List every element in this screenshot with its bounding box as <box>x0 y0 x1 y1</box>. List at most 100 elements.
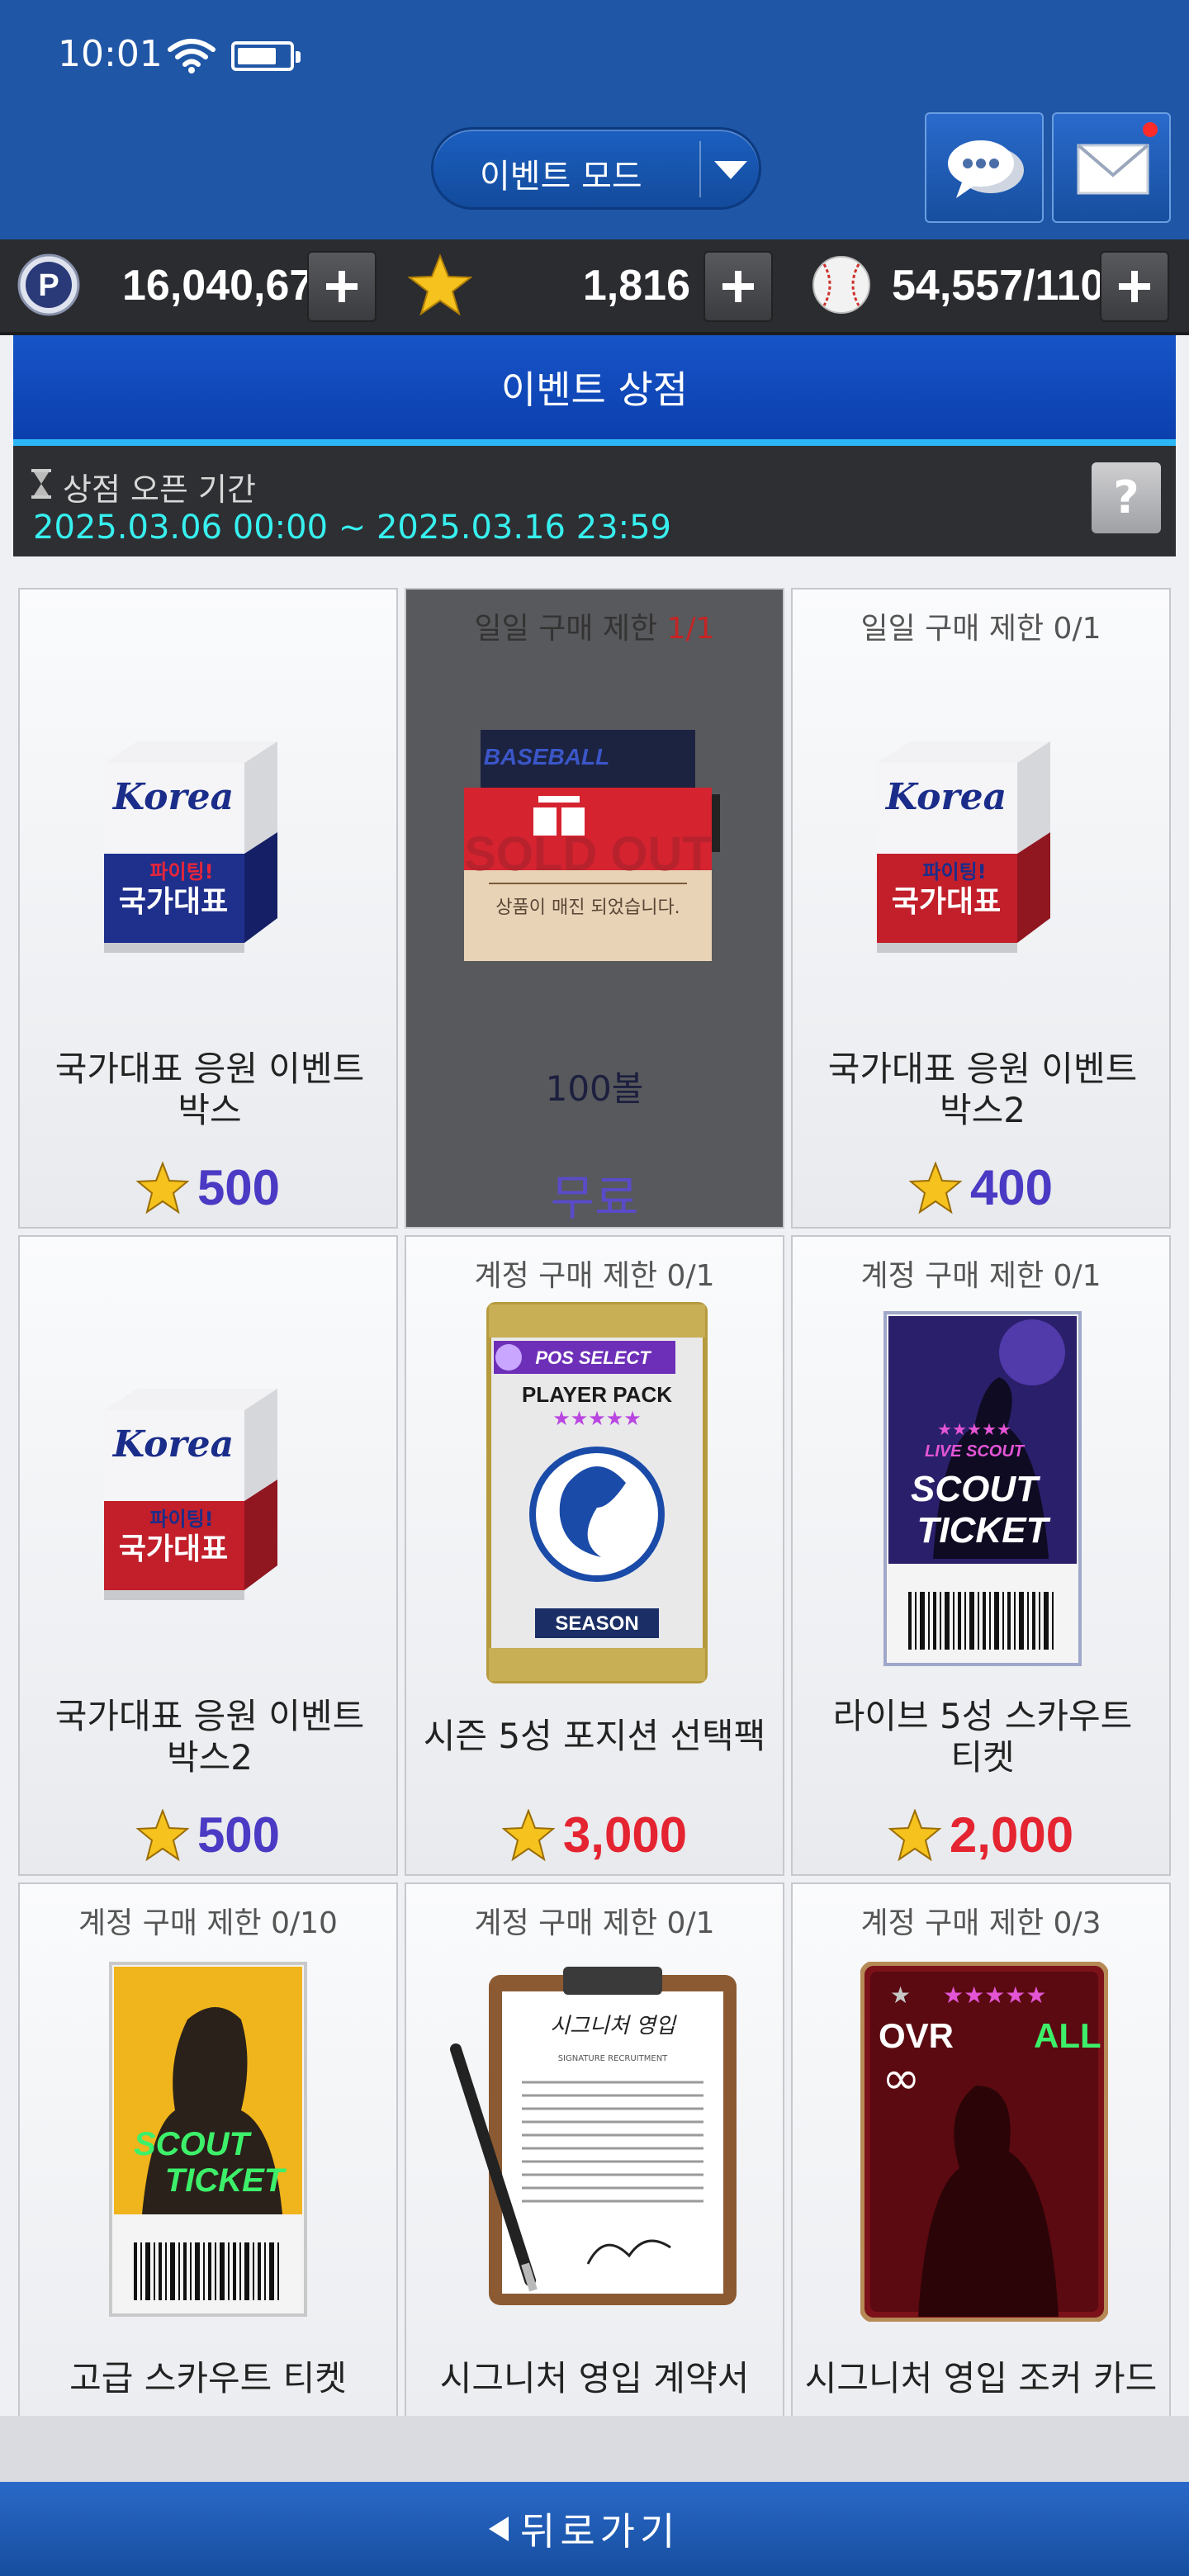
player-pack-text: PLAYER PACK <box>522 1382 672 1407</box>
hourglass-icon <box>31 469 51 499</box>
ovr-text: OVR <box>879 2016 954 2055</box>
add-stars-button[interactable] <box>703 251 773 322</box>
purchase-limit: 계정 구매 제한 0/1 <box>474 1906 715 1940</box>
ticket-text: TICKET <box>917 1510 1051 1551</box>
korea-text: Korea <box>111 776 234 818</box>
five-stars: ★★★★★ <box>937 1419 1011 1439</box>
purchase-limit: 계정 구매 제한 0/1 <box>860 1259 1101 1293</box>
fighting-text: 파이팅! <box>149 1508 213 1531</box>
purchase-limit: 계정 구매 제한 0/10 <box>78 1906 338 1940</box>
sold-out-text: SOLD OUT <box>464 827 712 881</box>
package-label: BASEBALL <box>484 744 609 769</box>
mail-icon <box>1077 144 1149 195</box>
back-label: 뒤로가기 <box>520 2509 680 2554</box>
price-value: 500 <box>197 1160 281 1215</box>
shop-item-card[interactable]: 계정 구매 제한 0/1 ★★★★★ LIVE SCOUT SCOUT TICK… <box>791 1235 1171 1876</box>
stars-value: 1,816 <box>582 262 690 310</box>
item-price: 500 <box>20 1807 396 1863</box>
shop-item-card[interactable]: 일일 구매 제한 1/1 BASEBALL SOLD OUT 상품이 매진 되었… <box>405 588 784 1229</box>
shop-title: 이벤트 상점 <box>500 367 689 412</box>
add-balls-button[interactable] <box>1100 251 1169 322</box>
signature-contract-image: 시그니처 영입 SIGNATURE RECRUITMENT <box>450 1967 737 2305</box>
live-scout-text: LIVE SCOUT <box>925 1442 1026 1461</box>
help-button[interactable]: ? <box>1092 462 1161 533</box>
period-range: 2025.03.06 00:00 ~ 2025.03.16 23:59 <box>33 509 671 547</box>
status-bar: 10:01 <box>0 0 1189 116</box>
item-name: 라이브 5성 스카우트 티켓 <box>832 1696 1133 1778</box>
balls-value: 54,557/110 <box>892 262 1105 310</box>
live-scout-ticket-image: ★★★★★ LIVE SCOUT SCOUT TICKET <box>883 1311 1082 1666</box>
add-points-button[interactable] <box>307 251 377 322</box>
season-text: SEASON <box>555 1612 638 1635</box>
status-time: 10:01 <box>58 33 163 75</box>
svg-text:P: P <box>38 268 59 303</box>
national-team-text: 국가대표 <box>119 885 228 919</box>
list-bottom-area <box>0 2416 1189 2482</box>
shop-item-card[interactable]: 계정 구매 제한 0/1 POS SELECT PLAYER PACK ★★★★… <box>405 1235 784 1876</box>
infinity-symbol: ∞ <box>882 2052 921 2105</box>
shop-item-card[interactable]: Korea 파이팅! 국가대표 국가대표 응원 이벤트 박스 500 <box>18 588 398 1229</box>
baseball-icon <box>812 256 870 314</box>
price-value: 2,000 <box>949 1807 1074 1863</box>
chevron-down-icon <box>714 161 747 179</box>
player-pack-image: POS SELECT PLAYER PACK ★★★★★ SEASON <box>486 1302 708 1683</box>
joker-card-image: ★ ★★★★★ OVR ALL ∞ <box>860 1962 1108 2322</box>
shop-item-card[interactable]: 일일 구매 제한 0/1 Korea 파이팅! 국가대표 국가대표 응원 이벤트… <box>791 588 1171 1229</box>
limit-count: 1/1 <box>666 612 715 646</box>
wifi-icon <box>168 39 216 73</box>
price-value: 400 <box>969 1160 1054 1215</box>
price-value: 3,000 <box>562 1807 688 1863</box>
fighting-text: 파이팅! <box>149 860 213 883</box>
scout-text: SCOUT <box>911 1469 1040 1509</box>
all-text: ALL <box>1034 2016 1101 2055</box>
item-price: 2,000 <box>793 1807 1169 1863</box>
star-icon: ★ <box>890 1982 911 2009</box>
item-name: 국가대표 응원 이벤트 박스 <box>54 1049 365 1130</box>
five-stars: ★★★★★ <box>552 1407 642 1430</box>
korea-box-image: Korea 파이팅! 국가대표 <box>104 741 277 953</box>
shop-period-bar: 상점 오픈 기간 2025.03.06 00:00 ~ 2025.03.16 2… <box>13 446 1176 556</box>
item-name: 국가대표 응원 이벤트 박스2 <box>54 1696 365 1778</box>
item-name: 100볼 <box>545 1068 644 1109</box>
mode-dropdown[interactable]: 이벤트 모드 <box>431 127 761 210</box>
purchase-limit: 계정 구매 제한 0/1 <box>474 1259 715 1293</box>
mode-divider <box>699 141 701 197</box>
p-coin-icon: P <box>17 253 80 316</box>
scout-ticket-image: SCOUT TICKET <box>109 1962 307 2317</box>
notification-dot <box>1143 122 1158 137</box>
back-arrow-icon <box>489 2517 509 2541</box>
purchase-limit: 계정 구매 제한 0/3 <box>860 1906 1101 1940</box>
purchase-limit: 일일 구매 제한 0/1 <box>860 612 1101 646</box>
item-price: 500 <box>20 1159 396 1216</box>
shop-item-card[interactable]: Korea 파이팅! 국가대표 국가대표 응원 이벤트 박스2 500 <box>18 1235 398 1876</box>
item-price: 3,000 <box>406 1807 783 1863</box>
sold-out-package-image: BASEBALL SOLD OUT 상품이 매진 되었습니다. <box>464 730 720 961</box>
korea-box-image: Korea 파이팅! 국가대표 <box>877 741 1050 953</box>
sold-out-sub: 상품이 매진 되었습니다. <box>495 897 680 918</box>
chat-icon <box>948 140 1024 198</box>
period-label: 상점 오픈 기간 <box>63 471 256 508</box>
item-name: 시즌 5성 포지션 선택팩 <box>423 1716 766 1756</box>
back-button[interactable]: 뒤로가기 <box>0 2482 1189 2576</box>
star-icon <box>501 1808 555 1861</box>
star-icon <box>908 1161 962 1214</box>
star-icon <box>888 1808 941 1861</box>
signature-title: 시그니처 영입 <box>550 2014 677 2039</box>
item-name: 국가대표 응원 이벤트 박스2 <box>827 1049 1138 1130</box>
fighting-text: 파이팅! <box>922 860 986 883</box>
item-price: 400 <box>793 1159 1169 1216</box>
star-icon <box>135 1808 189 1861</box>
star-icon <box>408 253 472 316</box>
ticket-text: TICKET <box>165 2162 287 2199</box>
scout-text: SCOUT <box>134 2126 253 2162</box>
mail-button[interactable] <box>1052 112 1171 223</box>
price-value: 500 <box>197 1807 281 1863</box>
mode-label: 이벤트 모드 <box>480 158 642 196</box>
shop-banner: 이벤트 상점 <box>13 335 1176 446</box>
five-stars: ★★★★★ <box>943 1982 1047 2009</box>
points-value: 16,040,674 <box>122 262 338 310</box>
free-price: 무료 <box>550 1170 639 1226</box>
chat-button[interactable] <box>925 112 1044 223</box>
star-icon <box>135 1161 189 1214</box>
limit-text: 일일 구매 제한 <box>474 612 667 646</box>
